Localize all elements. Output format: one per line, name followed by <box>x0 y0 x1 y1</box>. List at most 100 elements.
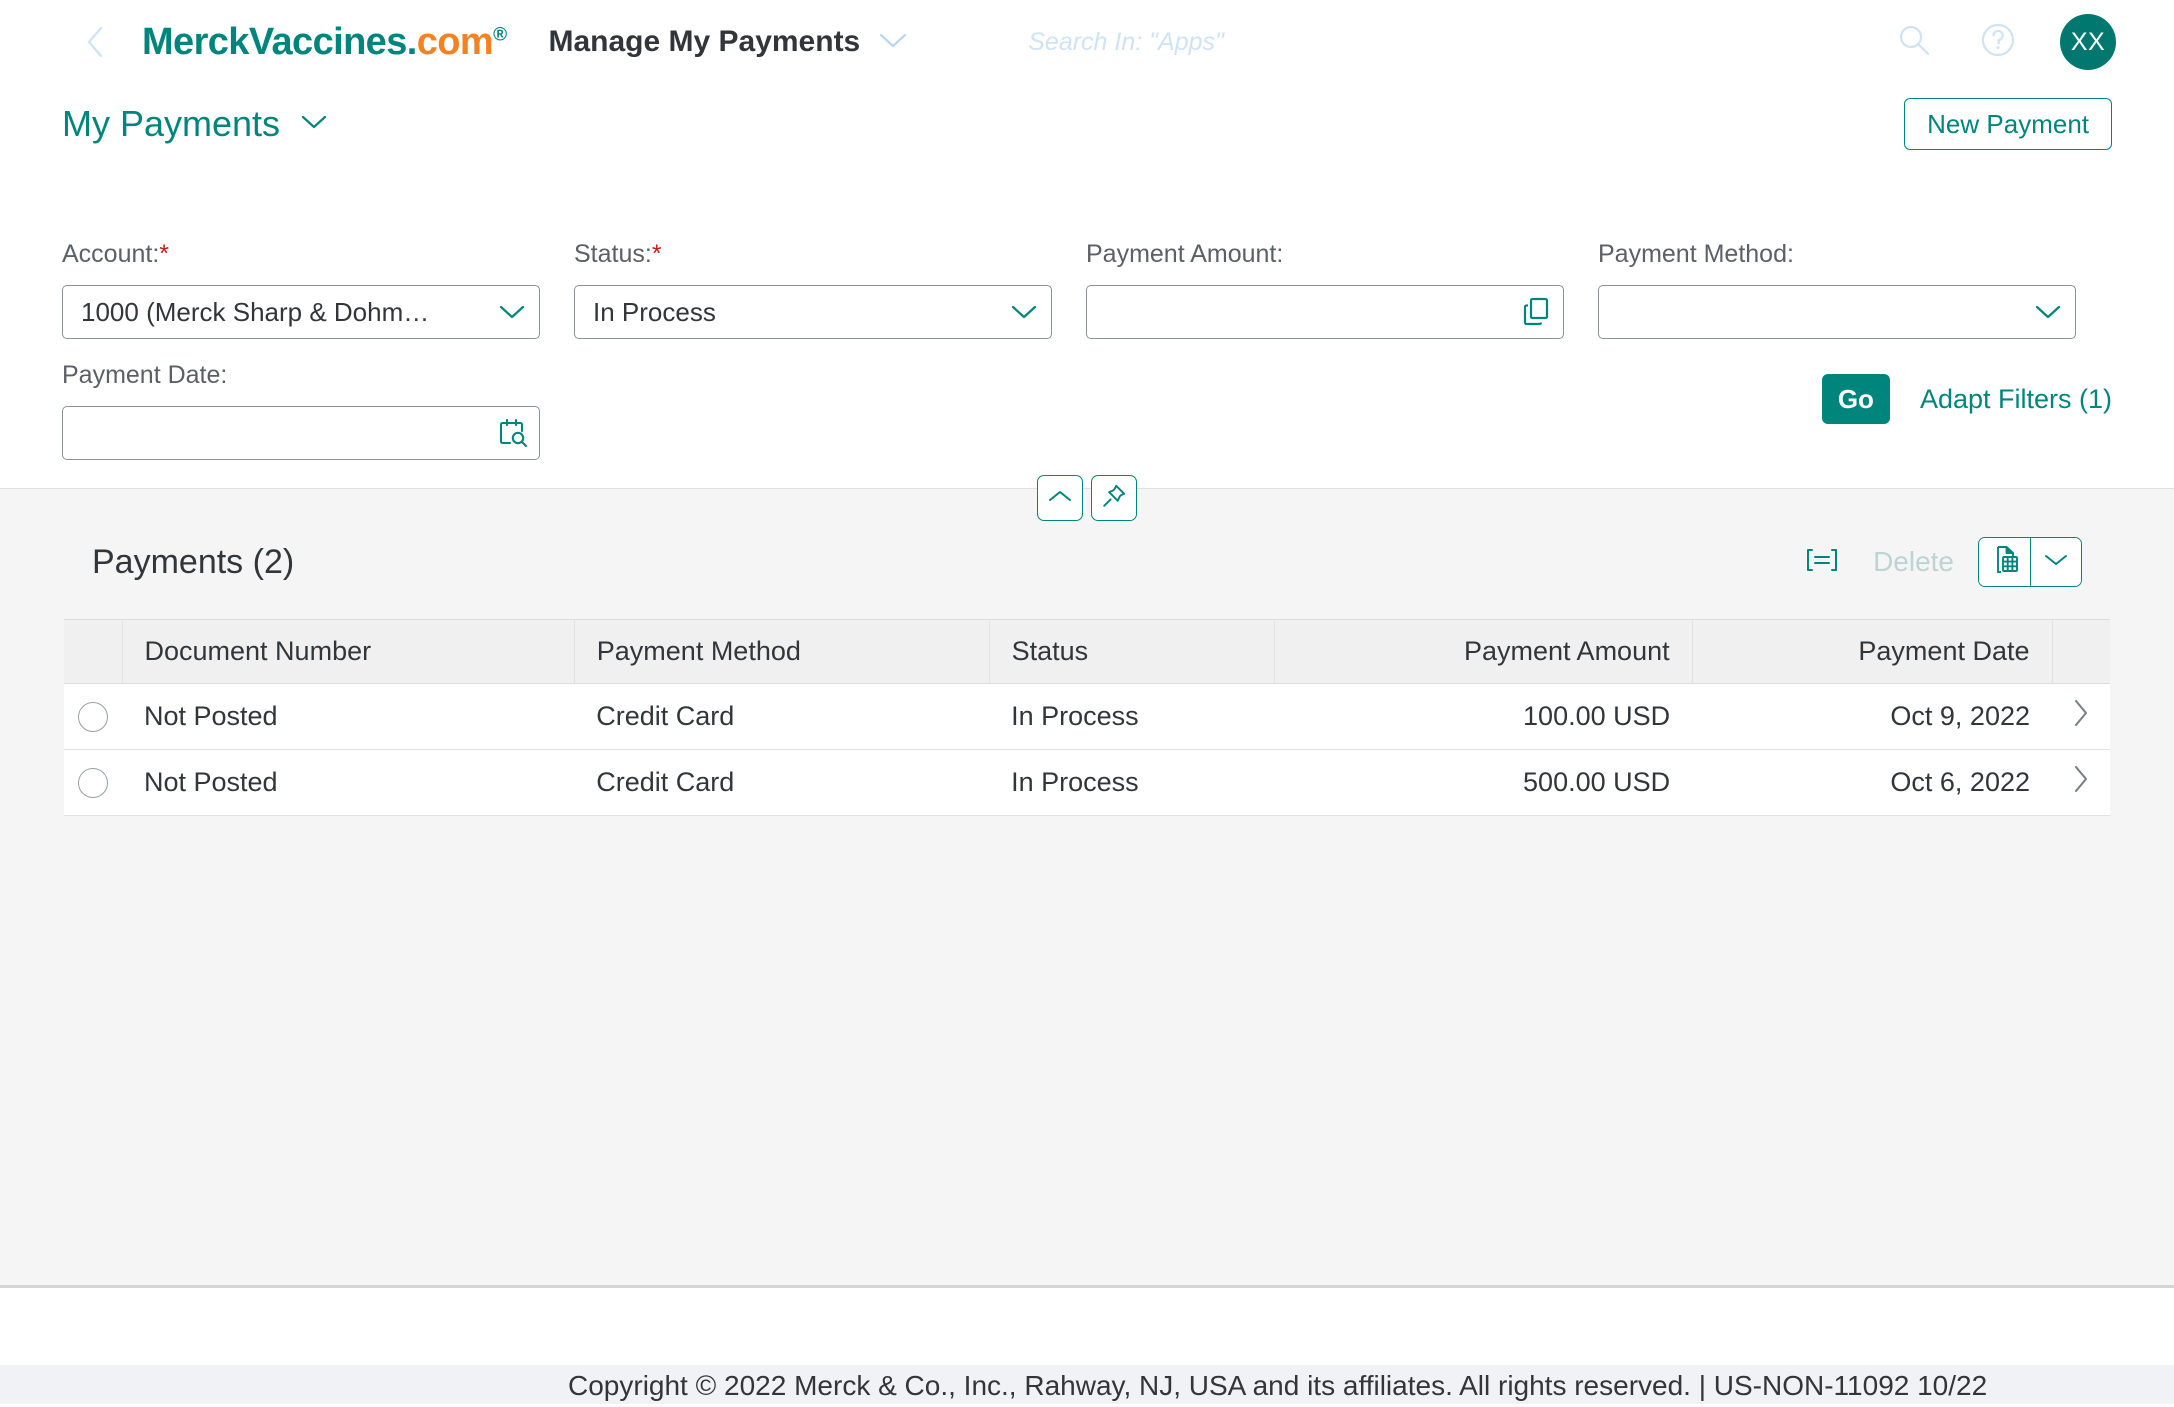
help-button[interactable] <box>1976 20 2020 64</box>
navigation-column-header <box>2052 619 2110 684</box>
app-title: Manage My Payments <box>548 25 861 58</box>
back-button[interactable] <box>82 22 108 62</box>
cell-payment-amount: 100.00 USD <box>1274 683 1693 750</box>
adapt-filters-button[interactable]: Adapt Filters (1) <box>1920 384 2112 415</box>
pin-icon <box>1101 483 1127 514</box>
registered-mark: ® <box>493 23 507 45</box>
filter-actions: Go Adapt Filters (1) <box>1821 374 2112 424</box>
pin-filterbar-button[interactable] <box>1091 475 1137 521</box>
table-row[interactable]: Not Posted Credit Card In Process 100.00… <box>64 683 2110 750</box>
cell-payment-method: Credit Card <box>574 683 990 750</box>
export-to-excel-button[interactable] <box>1979 538 2031 586</box>
chevron-up-icon <box>1047 488 1073 509</box>
filter-field-account: Account:* 1000 (Merck Sharp & Dohm… <box>62 240 574 339</box>
column-header-status[interactable]: Status <box>989 619 1276 684</box>
row-radio-button[interactable] <box>78 702 108 733</box>
row-select-cell[interactable] <box>64 749 122 816</box>
chevron-right-icon <box>2072 698 2090 728</box>
collapse-filterbar-button[interactable] <box>1037 475 1083 521</box>
filter-field-payment-amount: Payment Amount: <box>1086 240 1598 339</box>
cell-payment-amount: 500.00 USD <box>1274 749 1693 816</box>
table-title: Payments (2) <box>92 542 295 581</box>
new-payment-button[interactable]: New Payment <box>1904 98 2112 150</box>
status-select-value: In Process <box>593 296 716 327</box>
chevron-down-icon[interactable] <box>485 303 539 321</box>
chevron-down-icon <box>300 113 328 136</box>
filter-bar: Account:* 1000 (Merck Sharp & Dohm… Stat… <box>0 164 2174 489</box>
table-row[interactable]: Not Posted Credit Card In Process 500.00… <box>64 749 2110 816</box>
multi-value-help-icon[interactable] <box>1509 296 1563 328</box>
page-variant-dropdown-button[interactable] <box>300 113 328 136</box>
chevron-left-icon <box>85 25 105 59</box>
search-button[interactable] <box>1892 20 1936 64</box>
table-toolbar-actions: Delete <box>1797 537 2082 587</box>
brand-vaccines-text: Vaccines <box>248 20 407 63</box>
chevron-right-icon <box>2072 764 2090 794</box>
filter-label-payment-method: Payment Method: <box>1598 240 1794 268</box>
brand-dot-text: . <box>406 20 418 63</box>
column-header-payment-amount[interactable]: Payment Amount <box>1274 619 1693 684</box>
avatar[interactable]: XX <box>2060 14 2116 70</box>
chevron-down-icon <box>878 30 908 55</box>
brand-com-text: com <box>416 20 494 63</box>
go-button[interactable]: Go <box>1821 374 1890 424</box>
excel-export-icon <box>1990 544 2020 581</box>
required-marker: * <box>159 240 170 268</box>
payment-amount-input[interactable] <box>1086 285 1564 339</box>
filter-field-payment-date: Payment Date: <box>62 361 574 460</box>
cell-payment-date: Oct 6, 2022 <box>1692 749 2052 816</box>
filter-label-payment-date: Payment Date: <box>62 361 228 389</box>
chevron-down-icon[interactable] <box>2021 303 2075 321</box>
payments-table-body: Not Posted Credit Card In Process 100.00… <box>64 683 2110 816</box>
calendar-search-icon[interactable] <box>485 417 539 449</box>
filter-grid: Account:* 1000 (Merck Sharp & Dohm… Stat… <box>62 240 2112 460</box>
row-navigation-cell[interactable] <box>2052 749 2110 816</box>
search-icon <box>1897 23 1931 62</box>
account-select[interactable]: 1000 (Merck Sharp & Dohm… <box>62 285 540 339</box>
shell-header: MerckVaccines.com® Manage My Payments Se… <box>0 0 2174 84</box>
filter-label-account-text: Account: <box>62 240 160 268</box>
filter-label-status-text: Status: <box>574 240 652 268</box>
table-settings-icon <box>1805 546 1839 579</box>
payments-table: Document Number Payment Method Status Pa… <box>64 619 2110 816</box>
column-header-document-number[interactable]: Document Number <box>122 619 575 684</box>
account-select-value: 1000 (Merck Sharp & Dohm… <box>81 296 430 327</box>
brand-merck-text: Merck <box>142 20 249 63</box>
filter-label-status: Status:* <box>574 240 1086 269</box>
export-options-button[interactable] <box>2031 538 2081 586</box>
cell-payment-date: Oct 9, 2022 <box>1692 683 2052 750</box>
cell-status: In Process <box>989 683 1275 750</box>
select-all-column-header <box>64 619 123 684</box>
payment-date-input[interactable] <box>62 406 540 460</box>
footer-copyright: Copyright © 2022 Merck & Co., Inc., Rahw… <box>568 1370 1988 1401</box>
payment-method-select[interactable] <box>1598 285 2076 339</box>
app-title-dropdown-button[interactable] <box>878 30 908 55</box>
row-select-cell[interactable] <box>64 683 122 750</box>
cell-status: In Process <box>989 749 1275 816</box>
row-radio-button[interactable] <box>78 768 108 799</box>
cell-document-number: Not Posted <box>122 683 575 750</box>
brand-logo[interactable]: MerckVaccines.com® <box>142 20 507 64</box>
content-area: Payments (2) Delete Document Number Paym… <box>0 489 2174 1288</box>
table-toolbar: Payments (2) Delete <box>0 519 2174 605</box>
row-navigation-cell[interactable] <box>2052 683 2110 750</box>
cell-payment-method: Credit Card <box>574 749 990 816</box>
filter-field-status: Status:* In Process <box>574 240 1086 339</box>
delete-button[interactable]: Delete <box>1873 546 1954 578</box>
filter-label-payment-amount: Payment Amount: <box>1086 240 1284 268</box>
personalize-table-button[interactable] <box>1797 537 1847 587</box>
column-header-payment-method[interactable]: Payment Method <box>574 619 990 684</box>
cell-document-number: Not Posted <box>122 749 575 816</box>
chevron-down-icon[interactable] <box>997 303 1051 321</box>
footer-spacer <box>0 1291 2174 1365</box>
shell-actions: XX <box>1892 14 2116 70</box>
status-select[interactable]: In Process <box>574 285 1052 339</box>
column-header-payment-date[interactable]: Payment Date <box>1692 619 2053 684</box>
question-mark-circle-icon <box>1980 22 2016 63</box>
payments-table-head: Document Number Payment Method Status Pa… <box>64 619 2110 684</box>
filter-label-account: Account:* <box>62 240 574 269</box>
search-input[interactable]: Search In: "Apps" <box>1028 28 1224 57</box>
filter-field-payment-method: Payment Method: <box>1598 240 2110 339</box>
chevron-down-icon <box>2043 552 2069 573</box>
page-titlebar: My Payments New Payment <box>0 84 2174 164</box>
